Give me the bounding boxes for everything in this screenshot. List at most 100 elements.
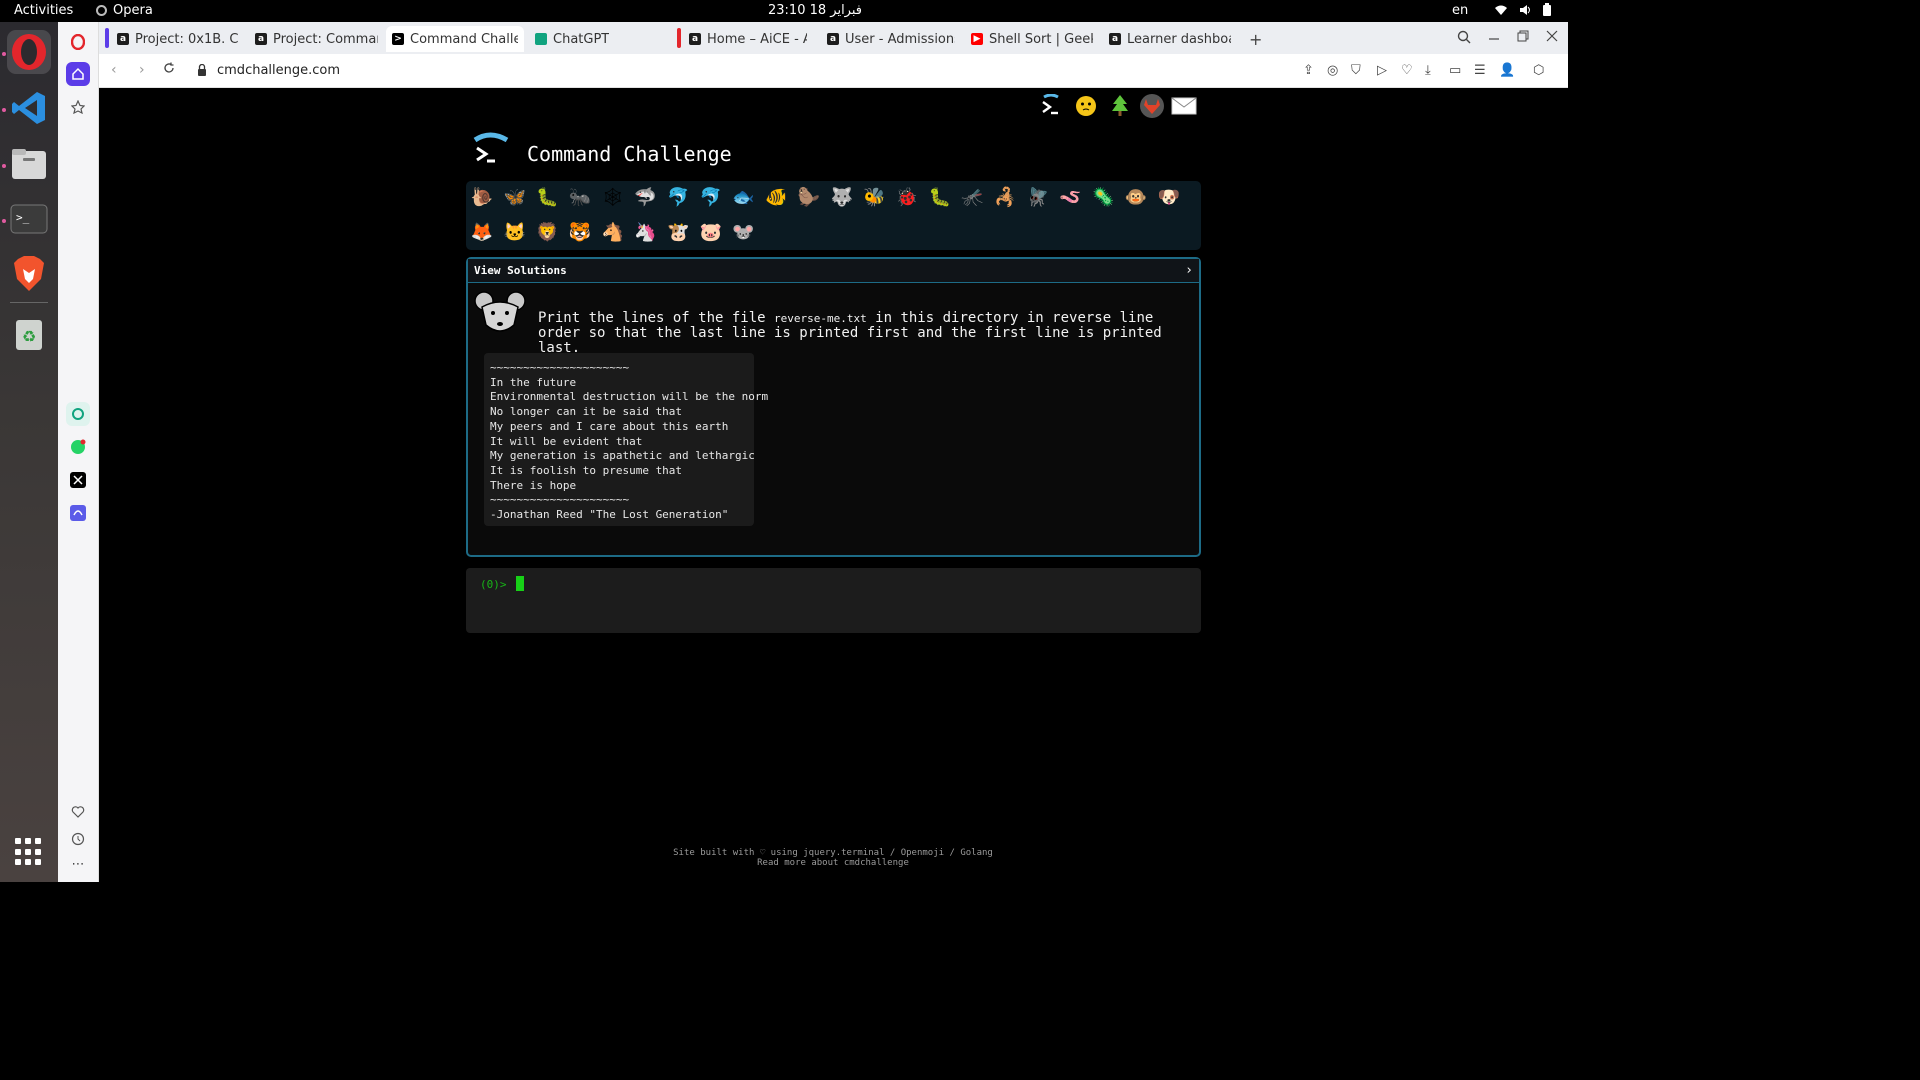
opera-dock-icon[interactable] <box>7 30 51 74</box>
tab-shell-sort[interactable]: ▶ Shell Sort | Geeksfor <box>965 26 1099 52</box>
activities-button[interactable]: Activities <box>14 3 73 18</box>
adblock-shield-icon[interactable]: ⛉ <box>1351 63 1361 78</box>
search-tabs-icon[interactable] <box>1457 30 1471 48</box>
challenge-emoji-13[interactable]: 🐝 <box>861 184 887 210</box>
vscode-dock-icon[interactable] <box>7 86 51 130</box>
brave-dock-icon[interactable] <box>7 252 51 296</box>
challenge-emoji-20[interactable]: 🦠 <box>1090 184 1116 210</box>
challenge-panel: View Solutions › Print the lines of the … <box>466 257 1201 557</box>
clock[interactable]: 23:10 18 فبراير <box>760 3 870 18</box>
svg-text:♻: ♻ <box>22 327 36 346</box>
gitlab-icon[interactable] <box>1139 93 1165 119</box>
challenge-emoji-26[interactable]: 🐯 <box>567 219 593 245</box>
challenge-emoji-23[interactable]: 🦊 <box>469 219 495 245</box>
task-filename: reverse-me.txt <box>774 312 867 325</box>
active-app-menu[interactable]: Opera <box>96 3 153 18</box>
command-challenge-logo-icon[interactable] <box>473 132 509 168</box>
reload-icon[interactable] <box>163 62 175 78</box>
tab-chatgpt[interactable]: ChatGPT <box>529 26 659 52</box>
challenge-emoji-8[interactable]: 🐬 <box>698 184 724 210</box>
battery-saver-icon[interactable]: ▭ <box>1449 63 1461 78</box>
file-line: -Jonathan Reed "The Lost Generation" <box>490 508 729 522</box>
new-tab-button[interactable]: + <box>1249 30 1262 49</box>
terminal-dock-icon[interactable]: >_ <box>7 197 51 241</box>
challenge-emoji-5[interactable]: 🕸 <box>600 184 626 210</box>
challenge-emoji-28[interactable]: 🦄 <box>633 219 659 245</box>
lock-icon[interactable] <box>197 64 207 76</box>
whatsapp-icon[interactable] <box>66 435 90 459</box>
my-flow-heart-icon[interactable]: ♡ <box>1401 63 1413 78</box>
challenge-emoji-6[interactable]: 🦈 <box>633 184 659 210</box>
file-line: It will be evident that <box>490 434 643 448</box>
tab-command-challenge[interactable]: > Command Challenge <box>386 26 524 52</box>
challenge-emoji-3[interactable]: 🐛 <box>534 184 560 210</box>
challenge-emoji-9[interactable]: 🐟 <box>731 184 757 210</box>
extensions-cube-icon[interactable]: ⬡ <box>1533 63 1544 78</box>
tab-project-command-line[interactable]: a Project: Command li <box>249 26 384 52</box>
tab-learner-dashboard[interactable]: a Learner dashboard | <box>1103 26 1237 52</box>
tab-user-admissions[interactable]: a User - Admissions <box>821 26 961 52</box>
tree-icon[interactable] <box>1107 93 1133 119</box>
music-player-icon[interactable] <box>66 501 90 525</box>
challenge-emoji-7[interactable]: 🐬 <box>665 184 691 210</box>
terminal-icon[interactable] <box>1038 93 1064 119</box>
challenge-emoji-19[interactable]: 🪱 <box>1058 184 1084 210</box>
restore-icon[interactable] <box>1517 30 1529 46</box>
challenge-emoji-21[interactable]: 🐵 <box>1123 184 1149 210</box>
challenge-emoji-10[interactable]: 🐠 <box>763 184 789 210</box>
challenge-emoji-25[interactable]: 🦁 <box>534 219 560 245</box>
recycle-bin-dock-icon[interactable]: ♻ <box>7 312 51 356</box>
player-icon[interactable]: ▷ <box>1377 63 1387 78</box>
challenge-emoji-14[interactable]: 🐞 <box>894 184 920 210</box>
challenge-emoji-17[interactable]: 🦂 <box>992 184 1018 210</box>
opera-menu-icon[interactable] <box>66 30 90 54</box>
view-solutions-header[interactable]: View Solutions › <box>468 259 1199 283</box>
easy-setup-icon[interactable]: ☰ <box>1474 63 1486 78</box>
minimize-icon[interactable] <box>1488 30 1500 46</box>
snapshot-icon[interactable]: ◎ <box>1327 63 1338 78</box>
tab-home-aice-alx[interactable]: a Home – AiCE - ALX <box>683 26 813 52</box>
challenge-emoji-11[interactable]: 🦫 <box>796 184 822 210</box>
footer-read-more-link[interactable]: Read more about cmdchallenge <box>101 858 1565 868</box>
challenge-emoji-1[interactable]: 🐌 <box>469 184 495 210</box>
challenge-emoji-2[interactable]: 🦋 <box>502 184 528 210</box>
mail-icon[interactable] <box>1171 93 1197 119</box>
system-tray[interactable] <box>1494 3 1552 17</box>
challenge-emoji-27[interactable]: 🐴 <box>600 219 626 245</box>
challenge-emoji-31[interactable]: 🐭 <box>731 219 757 245</box>
hint-face-icon[interactable] <box>1073 93 1099 119</box>
challenge-emoji-16[interactable]: 🦟 <box>960 184 986 210</box>
chevron-right-icon[interactable]: › <box>1185 263 1193 278</box>
tab-island-marker <box>677 28 681 48</box>
profile-icon[interactable]: 👤 <box>1499 63 1515 78</box>
chatgpt-sidebar-icon[interactable] <box>66 402 90 426</box>
challenge-emoji-12[interactable]: 🐺 <box>829 184 855 210</box>
challenge-emoji-29[interactable]: 🐮 <box>665 219 691 245</box>
download-icon[interactable]: ⤓ <box>1425 63 1431 78</box>
volume-icon <box>1520 5 1530 15</box>
close-window-icon[interactable] <box>1546 30 1558 46</box>
heart-icon[interactable] <box>66 800 90 824</box>
files-dock-icon[interactable] <box>7 142 51 186</box>
share-icon[interactable]: ⇪ <box>1303 63 1314 78</box>
show-applications-button[interactable] <box>15 838 43 866</box>
challenge-emoji-18[interactable]: 🪰 <box>1025 184 1051 210</box>
challenge-emoji-4[interactable]: 🐜 <box>567 184 593 210</box>
dock-separator <box>10 302 48 303</box>
x-twitter-icon[interactable] <box>66 468 90 492</box>
home-icon[interactable] <box>66 62 90 86</box>
challenge-emoji-30[interactable]: 🐷 <box>698 219 724 245</box>
back-icon[interactable]: ‹ <box>111 62 117 78</box>
forward-icon[interactable]: › <box>139 62 145 78</box>
url-field[interactable]: cmdchallenge.com <box>217 63 340 78</box>
challenge-emoji-24[interactable]: 🐱 <box>502 219 528 245</box>
star-icon[interactable] <box>66 95 90 119</box>
terminal-input[interactable]: (0)> <box>466 568 1201 633</box>
history-icon[interactable] <box>66 827 90 851</box>
challenge-emoji-22[interactable]: 🐶 <box>1156 184 1182 210</box>
tab-project-sort[interactable]: a Project: 0x1B. C - Sor <box>111 26 246 52</box>
keyboard-language-indicator[interactable]: en <box>1452 3 1468 18</box>
more-icon[interactable]: ⋯ <box>66 852 90 876</box>
running-indicator <box>2 52 6 56</box>
challenge-emoji-15[interactable]: 🐛 <box>927 184 953 210</box>
